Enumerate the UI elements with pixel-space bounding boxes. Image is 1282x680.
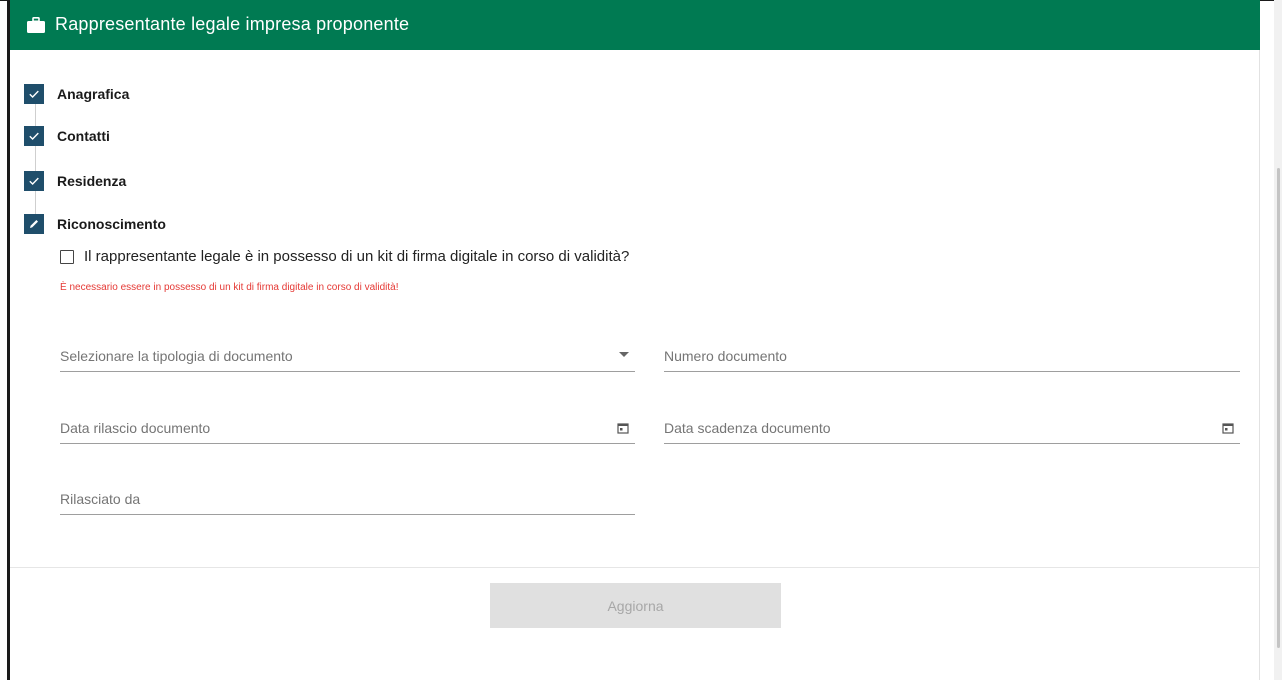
- scrollbar-thumb[interactable]: [1277, 168, 1280, 648]
- stepper-connector: [35, 146, 36, 171]
- update-button[interactable]: Aggiorna: [490, 583, 781, 628]
- document-type-placeholder: Selezionare la tipologia di documento: [60, 348, 293, 364]
- stepper-connector: [35, 191, 36, 214]
- step-riconoscimento[interactable]: Riconoscimento: [24, 214, 166, 234]
- panel-header: Rappresentante legale impresa proponente: [10, 0, 1260, 50]
- expiry-date-placeholder: Data scadenza documento: [664, 420, 831, 436]
- panel-title: Rappresentante legale impresa proponente: [55, 14, 410, 34]
- issued-by-input[interactable]: Rilasciato da: [60, 489, 635, 515]
- calendar-icon[interactable]: [1222, 422, 1234, 434]
- step-anagrafica[interactable]: Anagrafica: [24, 84, 129, 104]
- digital-signature-row: Il rappresentante legale è in possesso d…: [60, 248, 629, 265]
- check-icon: [24, 126, 44, 146]
- footer-divider: [10, 567, 1260, 568]
- stepper-connector: [35, 104, 36, 126]
- step-label: Residenza: [57, 173, 127, 189]
- digital-signature-checkbox[interactable]: [60, 249, 74, 264]
- document-number-placeholder: Numero documento: [664, 348, 787, 364]
- issue-date-placeholder: Data rilascio documento: [60, 420, 211, 436]
- digital-signature-label[interactable]: Il rappresentante legale è in possesso d…: [84, 248, 629, 265]
- issued-by-placeholder: Rilasciato da: [60, 491, 141, 507]
- document-type-select[interactable]: Selezionare la tipologia di documento: [60, 346, 635, 372]
- step-label: Anagrafica: [57, 86, 130, 102]
- dropdown-arrow-icon: [619, 352, 629, 357]
- legal-representative-panel: Rappresentante legale impresa proponente…: [10, 0, 1260, 680]
- step-label: Contatti: [57, 128, 110, 144]
- step-residenza[interactable]: Residenza: [24, 171, 126, 191]
- error-message: È necessario essere in possesso di un ki…: [60, 282, 399, 293]
- check-icon: [24, 171, 44, 191]
- issue-date-input[interactable]: Data rilascio documento: [60, 418, 635, 444]
- step-label: Riconoscimento: [57, 216, 166, 232]
- step-contatti[interactable]: Contatti: [24, 126, 110, 146]
- check-icon: [24, 84, 44, 104]
- pencil-icon: [24, 214, 44, 234]
- calendar-icon[interactable]: [617, 422, 629, 434]
- document-number-input[interactable]: Numero documento: [664, 346, 1240, 372]
- expiry-date-input[interactable]: Data scadenza documento: [664, 418, 1240, 444]
- briefcase-icon: [27, 17, 45, 33]
